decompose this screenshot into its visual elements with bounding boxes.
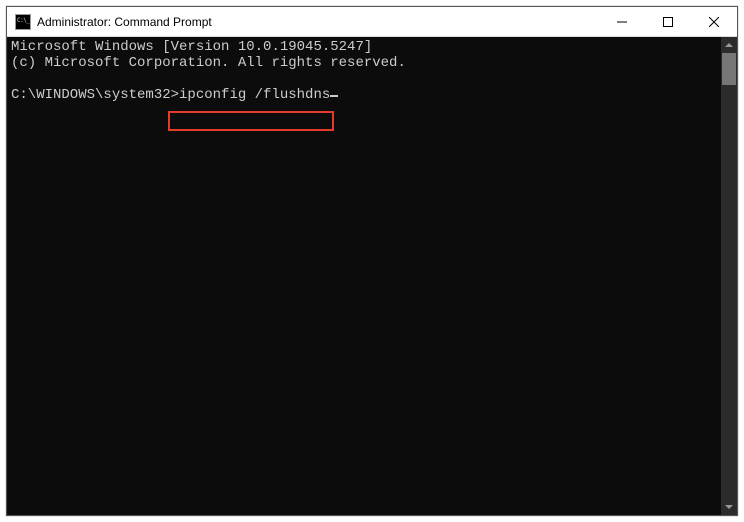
version-line: Microsoft Windows [Version 10.0.19045.52… (11, 39, 372, 55)
terminal-output: Microsoft Windows [Version 10.0.19045.52… (7, 37, 737, 515)
close-button[interactable] (691, 7, 737, 36)
vertical-scrollbar[interactable] (721, 37, 737, 515)
maximize-button[interactable] (645, 7, 691, 36)
scroll-up-arrow[interactable] (721, 37, 737, 53)
prompt-text: C:\WINDOWS\system32> (11, 87, 179, 103)
command-prompt-window: Administrator: Command Prompt Microsoft … (6, 6, 738, 516)
command-text: ipconfig /flushdns (179, 87, 330, 103)
titlebar[interactable]: Administrator: Command Prompt (7, 7, 737, 37)
terminal-area[interactable]: Microsoft Windows [Version 10.0.19045.52… (7, 37, 737, 515)
text-cursor (330, 95, 338, 97)
scroll-down-arrow[interactable] (721, 499, 737, 515)
copyright-line: (c) Microsoft Corporation. All rights re… (11, 55, 406, 71)
scrollbar-thumb[interactable] (722, 53, 736, 85)
minimize-button[interactable] (599, 7, 645, 36)
window-controls (599, 7, 737, 36)
window-title: Administrator: Command Prompt (37, 15, 599, 29)
cmd-icon (15, 14, 31, 30)
